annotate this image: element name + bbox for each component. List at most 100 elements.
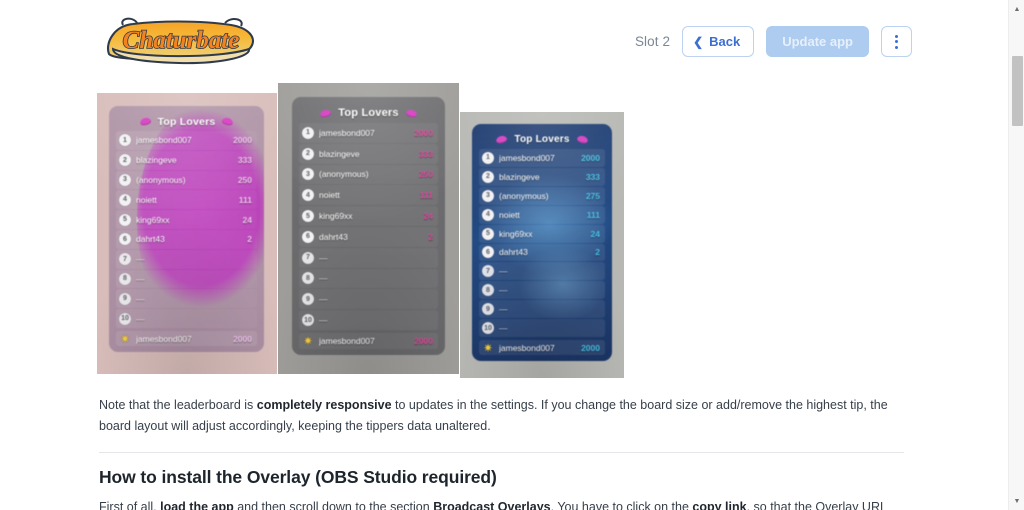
row-username: jamesbond007 [319, 127, 375, 138]
vertical-scrollbar[interactable]: ▲ ▼ [1008, 0, 1024, 510]
row-amount: 275 [585, 190, 600, 201]
leaderboard-screenshot-pink: Top Lovers 1 jamesbond007 2000 2 blazing… [97, 93, 277, 374]
install-part2: and then scroll down to the section [233, 500, 434, 510]
lips-icon [405, 108, 418, 118]
scrollbar-thumb[interactable] [1012, 56, 1023, 126]
board-title-row: Top Lovers [116, 112, 257, 131]
rank-badge: 10 [482, 322, 494, 335]
caret-up-icon[interactable]: ▲ [1009, 1, 1024, 17]
star-icon: ✷ [119, 331, 131, 346]
board-title-row: Top Lovers [299, 103, 438, 123]
logo-wordmark: Chaturbate [123, 27, 240, 54]
row-username: — [499, 266, 508, 277]
rank-badge: 2 [482, 170, 494, 183]
table-row: 8 — [116, 269, 257, 289]
article-content: Note that the leaderboard is completely … [99, 395, 904, 510]
highest-tip-row: ✷ jamesbond007 2000 [479, 340, 605, 355]
row-username: — [319, 252, 328, 263]
row-amount: 250 [418, 169, 433, 180]
board-rows: 1 jamesbond007 2000 2 blazingeve 333 3 (… [299, 123, 438, 331]
row-amount: 2 [428, 231, 433, 242]
chevron-left-icon: ❮ [693, 34, 704, 49]
row-username: noiett [136, 194, 157, 205]
highest-tip-amount: 2000 [414, 336, 433, 346]
lips-icon [495, 134, 509, 145]
chaturbate-logo[interactable]: Chaturbate [99, 14, 264, 66]
table-row: 4 noiett 111 [299, 185, 438, 206]
more-vertical-icon-dot [895, 40, 898, 43]
table-row: 3 (anonymous) 275 [479, 186, 605, 205]
rank-badge: 5 [302, 210, 314, 223]
table-row: 6 dahrt43 2 [116, 229, 257, 249]
rank-badge: 3 [119, 173, 131, 186]
leaderboard-board: Top Lovers 1 jamesbond007 2000 2 blazing… [472, 124, 612, 361]
table-row: 7 — [116, 249, 257, 269]
row-username: — [136, 293, 145, 304]
rank-badge: 4 [482, 208, 494, 221]
rank-badge: 2 [119, 154, 131, 167]
table-row: 8 — [479, 281, 605, 300]
board-title: Top Lovers [338, 107, 399, 119]
rank-badge: 7 [119, 253, 131, 266]
row-amount: 24 [590, 228, 600, 239]
row-username: noiett [499, 209, 520, 220]
rank-badge: 8 [119, 272, 131, 285]
page-root: Chaturbate Slot 2 ❮ Back Update app Top … [0, 0, 1024, 510]
responsive-note: Note that the leaderboard is completely … [99, 395, 904, 436]
rank-badge: 3 [482, 189, 494, 202]
row-amount: 24 [423, 211, 433, 222]
row-amount: 333 [237, 155, 252, 166]
rank-badge: 5 [482, 227, 494, 240]
row-username: blazingeve [319, 148, 360, 159]
rank-badge: 4 [119, 193, 131, 206]
leaderboard-screenshot-blue: Top Lovers 1 jamesbond007 2000 2 blazing… [460, 112, 624, 378]
rank-badge: 8 [302, 272, 314, 285]
board-title-row: Top Lovers [479, 130, 605, 149]
table-row: 6 dahrt43 2 [479, 243, 605, 262]
row-username: (anonymous) [136, 174, 186, 185]
row-username: noiett [319, 190, 340, 201]
slot-label: Slot 2 [634, 34, 671, 49]
row-username: (anonymous) [319, 169, 369, 180]
board-title: Top Lovers [157, 115, 216, 128]
header-actions: Slot 2 ❮ Back Update app [635, 26, 912, 57]
row-username: — [319, 273, 328, 284]
install-bold2: Broadcast Overlays [433, 500, 551, 510]
star-icon: ✷ [482, 340, 494, 355]
row-username: — [136, 254, 145, 265]
back-button[interactable]: ❮ Back [682, 26, 755, 57]
row-amount: 24 [242, 214, 252, 225]
install-instructions: First of all, load the app and then scro… [99, 497, 904, 510]
row-amount: 111 [586, 209, 600, 220]
caret-down-icon[interactable]: ▼ [1009, 493, 1024, 509]
rank-badge: 10 [302, 314, 314, 327]
update-app-button[interactable]: Update app [766, 26, 869, 57]
row-amount: 2 [247, 234, 252, 245]
row-amount: 333 [585, 171, 600, 182]
rank-badge: 10 [119, 312, 131, 325]
row-username: — [319, 294, 328, 305]
row-username: king69xx [319, 211, 353, 222]
more-options-button[interactable] [881, 26, 912, 57]
highest-tip-amount: 2000 [581, 342, 600, 353]
section-heading: How to install the Overlay (OBS Studio r… [99, 467, 497, 488]
row-username: jamesbond007 [136, 135, 192, 146]
leaderboard-screenshot-gray: Top Lovers 1 jamesbond007 2000 2 blazing… [278, 83, 459, 374]
row-username: — [319, 315, 328, 326]
row-username: jamesbond007 [499, 152, 555, 163]
lips-icon [319, 108, 332, 118]
table-row: 1 jamesbond007 2000 [116, 131, 257, 150]
row-amount: 2000 [581, 152, 600, 163]
row-username: — [499, 304, 508, 315]
note-bold1: completely responsive [256, 398, 392, 412]
leaderboard-board: Top Lovers 1 jamesbond007 2000 2 blazing… [109, 106, 264, 352]
table-row: 3 (anonymous) 250 [299, 164, 438, 185]
rank-badge: 9 [302, 293, 314, 306]
highest-tip-row: ✷ jamesbond007 2000 [299, 333, 438, 349]
highest-tip-username: jamesbond007 [319, 336, 375, 346]
table-row: 9 — [299, 289, 438, 310]
table-row: 3 (anonymous) 250 [116, 170, 257, 190]
page-header: Chaturbate Slot 2 ❮ Back Update app [0, 0, 1008, 82]
install-part1: First of all, [99, 500, 161, 510]
rank-badge: 6 [119, 233, 131, 246]
